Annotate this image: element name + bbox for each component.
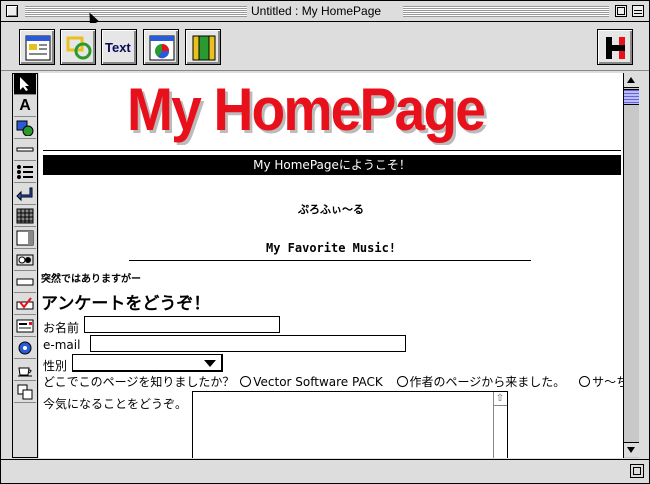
radio-option-1-label: Vector Software PACK xyxy=(253,375,383,389)
window-title: Untitled : My HomePage xyxy=(251,4,382,18)
frame-tool[interactable] xyxy=(14,228,36,249)
pointer-icon xyxy=(20,77,29,91)
textfield-tool[interactable] xyxy=(14,272,36,293)
homepage-logo: My HomePage xyxy=(127,76,486,143)
table-tool[interactable] xyxy=(14,206,36,227)
radio-option-1[interactable] xyxy=(240,376,252,387)
link-button[interactable] xyxy=(60,29,96,65)
horizontal-rule xyxy=(43,150,621,151)
comment-textarea[interactable]: ⇧ xyxy=(192,391,508,458)
favorite-music-heading: My Favorite Music! xyxy=(265,241,397,255)
text-tool-icon: A xyxy=(19,97,31,114)
how-found-label: どこでこのページを知りましたか？ xyxy=(43,375,235,389)
text-tool[interactable]: A xyxy=(14,96,36,117)
radio-option-2-label: 作者のページから来ました。 xyxy=(409,375,566,389)
name-field[interactable] xyxy=(84,316,280,333)
checkmark-icon xyxy=(16,297,34,310)
chevron-down-icon xyxy=(204,360,216,367)
scroll-thumb[interactable] xyxy=(624,89,639,105)
chart-icon xyxy=(149,35,175,61)
survey-title: アンケートをどうぞ！ xyxy=(41,294,211,314)
list-tool[interactable] xyxy=(14,162,36,183)
horizontal-rule-icon xyxy=(16,147,34,152)
scroll-down-arrow[interactable] xyxy=(624,442,639,457)
email-field[interactable] xyxy=(90,335,406,352)
return-arrow-icon xyxy=(16,187,33,202)
gender-select[interactable] xyxy=(72,354,223,372)
return-tool[interactable] xyxy=(14,184,36,205)
vertical-scrollbar[interactable] xyxy=(623,73,639,458)
gear-icon xyxy=(18,341,32,355)
page-canvas[interactable]: My HomePage My HomePageにようこそ！ ぷろふぃ〜る My … xyxy=(39,73,623,458)
intro-text: 突然ではありますがー xyxy=(41,274,141,285)
checkbox-tool[interactable] xyxy=(14,294,36,315)
toolbar: Text xyxy=(1,23,649,71)
window-frame-icon xyxy=(16,230,34,246)
text-icon: Text xyxy=(105,40,131,55)
title-stripes-right xyxy=(403,6,609,17)
name-label: お名前 xyxy=(43,321,80,335)
rule-tool[interactable] xyxy=(14,140,36,161)
scroll-up-icon[interactable]: ⇧ xyxy=(493,392,507,406)
bottom-bar xyxy=(1,459,649,483)
text-field-icon xyxy=(16,278,34,286)
brand-logo-icon xyxy=(606,37,625,59)
shapes-icon xyxy=(16,120,34,136)
page-icon xyxy=(25,35,51,61)
title-stripes-left xyxy=(25,6,247,17)
link-icon xyxy=(66,36,92,60)
welcome-banner: My HomePageにようこそ！ xyxy=(43,155,621,175)
radio-option-2[interactable] xyxy=(396,376,408,387)
coffee-cup-icon xyxy=(18,367,32,377)
layer-tool[interactable] xyxy=(14,382,36,403)
zoom-box[interactable] xyxy=(615,5,627,17)
radio-tool[interactable] xyxy=(14,250,36,271)
profile-heading: ぷろふぃ〜る xyxy=(298,203,364,216)
form-icon xyxy=(16,319,34,333)
radio-option-3[interactable] xyxy=(579,376,591,387)
scroll-up-arrow[interactable] xyxy=(624,73,639,88)
frame-button[interactable] xyxy=(185,29,221,65)
select-tool[interactable] xyxy=(14,74,36,95)
close-box[interactable] xyxy=(6,5,18,17)
collapse-box[interactable] xyxy=(632,5,644,17)
editor-window: Untitled : My HomePage Text A My HomePag… xyxy=(0,0,650,484)
email-label: e-mail xyxy=(43,338,81,352)
radio-button-icon xyxy=(16,254,34,266)
resize-grow-box[interactable] xyxy=(630,464,644,478)
title-bar[interactable]: Untitled : My HomePage xyxy=(1,1,649,26)
how-found-row: どこでこのページを知りましたか？ Vector Software PACK 作者… xyxy=(43,373,623,390)
text-button[interactable]: Text xyxy=(101,29,137,65)
frame-icon xyxy=(192,35,216,61)
tool-palette: A xyxy=(12,73,38,458)
horizontal-rule xyxy=(129,260,531,261)
shape-tool[interactable] xyxy=(14,118,36,139)
list-icon xyxy=(17,165,33,179)
table-icon xyxy=(16,208,34,224)
java-tool[interactable] xyxy=(14,360,36,381)
layers-icon xyxy=(17,384,33,400)
page-properties-button[interactable] xyxy=(19,29,55,65)
chart-button[interactable] xyxy=(143,29,179,65)
gender-label: 性別 xyxy=(43,359,68,373)
brand-button[interactable] xyxy=(597,29,633,65)
textarea-scrollbar[interactable]: ⇧ xyxy=(493,392,507,458)
form-tool[interactable] xyxy=(14,316,36,337)
script-tool[interactable] xyxy=(14,338,36,359)
radio-option-3-label: サ〜ち xyxy=(592,375,623,389)
comment-label: 今気になることをどうぞ。 xyxy=(43,397,188,411)
